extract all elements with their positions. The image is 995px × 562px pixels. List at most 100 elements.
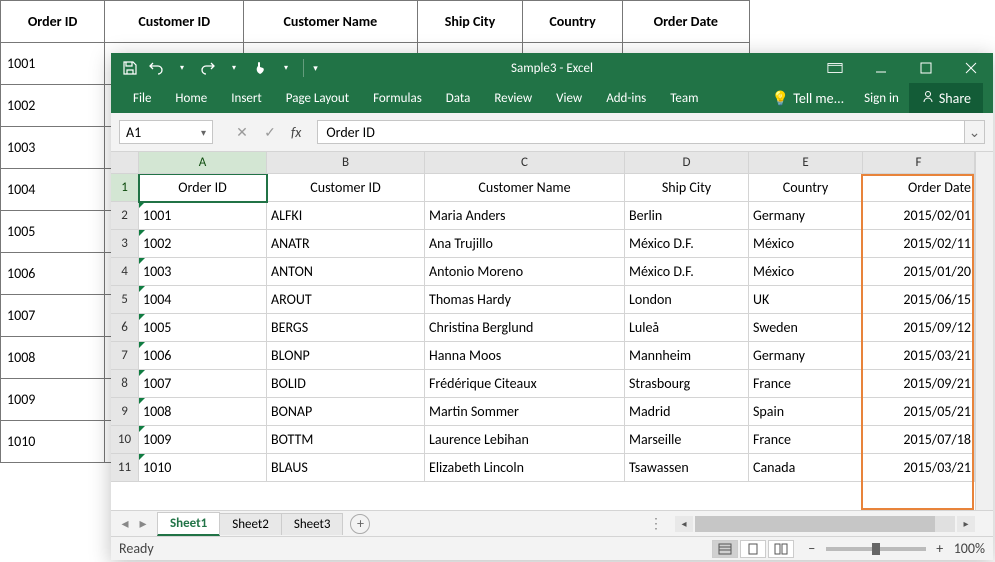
cell[interactable]: Ana Trujillo (425, 230, 625, 258)
cell[interactable]: 1005 (139, 314, 267, 342)
col-head-f[interactable]: F (863, 152, 975, 173)
new-sheet-button[interactable]: + (350, 514, 370, 534)
cell[interactable]: Thomas Hardy (425, 286, 625, 314)
tab-split-handle[interactable]: ⋮ (649, 515, 673, 532)
cell[interactable]: 2015/03/21 (863, 454, 975, 482)
cell[interactable]: 2015/09/21 (863, 370, 975, 398)
tab-page-layout[interactable]: Page Layout (274, 83, 361, 113)
cell[interactable]: 1008 (139, 398, 267, 426)
cell[interactable]: 2015/06/15 (863, 286, 975, 314)
cell[interactable]: Martin Sommer (425, 398, 625, 426)
cell[interactable]: ALFKI (267, 202, 425, 230)
tab-view[interactable]: View (544, 83, 594, 113)
fx-icon[interactable]: fx (287, 124, 305, 141)
sheet-nav-prev-icon[interactable]: ◂ (117, 516, 133, 532)
cell[interactable]: Canada (749, 454, 863, 482)
cell[interactable]: Customer ID (267, 174, 425, 202)
cancel-icon[interactable]: ✕ (231, 121, 253, 143)
horizontal-scrollbar[interactable] (695, 516, 955, 532)
cell[interactable]: México (749, 230, 863, 258)
cell[interactable]: 1006 (139, 342, 267, 370)
cell[interactable]: 2015/02/01 (863, 202, 975, 230)
cell[interactable]: 2015/09/12 (863, 314, 975, 342)
undo-icon[interactable] (147, 59, 165, 77)
ribbon-display-icon[interactable] (816, 53, 854, 83)
share-button[interactable]: Share (909, 83, 983, 113)
tab-review[interactable]: Review (482, 83, 544, 113)
cell[interactable]: Sweden (749, 314, 863, 342)
cell[interactable]: 2015/01/20 (863, 258, 975, 286)
cell[interactable]: Frédérique Citeaux (425, 370, 625, 398)
touch-mode-icon[interactable] (251, 59, 269, 77)
cell[interactable]: UK (749, 286, 863, 314)
cell[interactable]: BLAUS (267, 454, 425, 482)
cell[interactable]: 1010 (139, 454, 267, 482)
spreadsheet-grid[interactable]: A B C D E F 1 Order ID Customer ID Custo… (111, 152, 993, 510)
cell[interactable]: Germany (749, 202, 863, 230)
page-break-view-icon[interactable] (768, 540, 794, 558)
cell[interactable]: 1001 (139, 202, 267, 230)
cell[interactable]: 2015/03/21 (863, 342, 975, 370)
row-head[interactable]: 11 (111, 454, 139, 482)
name-box[interactable]: A1▾ (119, 120, 213, 144)
cell[interactable]: Madrid (625, 398, 749, 426)
zoom-slider[interactable] (826, 547, 926, 551)
cell[interactable]: 1007 (139, 370, 267, 398)
col-head-b[interactable]: B (267, 152, 425, 173)
sheet-tab[interactable]: Sheet2 (219, 513, 282, 535)
cell[interactable]: 1002 (139, 230, 267, 258)
row-head[interactable]: 4 (111, 258, 139, 286)
redo-dropdown-icon[interactable]: ▾ (225, 59, 243, 77)
zoom-in-button[interactable]: + (932, 540, 948, 557)
cell[interactable]: México D.F. (625, 230, 749, 258)
close-button[interactable] (948, 53, 993, 83)
normal-view-icon[interactable] (712, 540, 738, 558)
cell[interactable]: ANATR (267, 230, 425, 258)
cell[interactable]: Mannheim (625, 342, 749, 370)
maximize-button[interactable] (903, 53, 948, 83)
sheet-tab[interactable]: Sheet3 (281, 513, 344, 535)
save-icon[interactable] (121, 59, 139, 77)
sheet-nav-next-icon[interactable]: ▸ (135, 516, 151, 532)
cell[interactable]: Luleå (625, 314, 749, 342)
cell[interactable]: 1009 (139, 426, 267, 454)
cell[interactable]: 2015/05/21 (863, 398, 975, 426)
col-head-e[interactable]: E (749, 152, 863, 173)
cell[interactable]: 1004 (139, 286, 267, 314)
tab-data[interactable]: Data (434, 83, 483, 113)
cell[interactable]: México (749, 258, 863, 286)
cell[interactable]: AROUT (267, 286, 425, 314)
qat-customize-icon[interactable]: ▾ (303, 59, 321, 77)
cell[interactable]: Christina Berglund (425, 314, 625, 342)
page-layout-view-icon[interactable] (740, 540, 766, 558)
cell[interactable]: France (749, 426, 863, 454)
cell[interactable]: Germany (749, 342, 863, 370)
formula-input[interactable]: Order ID (317, 120, 965, 144)
cell[interactable]: Spain (749, 398, 863, 426)
tab-addins[interactable]: Add-ins (594, 83, 658, 113)
cell[interactable]: BLONP (267, 342, 425, 370)
cell[interactable]: Antonio Moreno (425, 258, 625, 286)
name-box-dropdown-icon[interactable]: ▾ (201, 126, 206, 139)
zoom-out-button[interactable]: − (804, 540, 820, 557)
row-head[interactable]: 8 (111, 370, 139, 398)
tab-formulas[interactable]: Formulas (361, 83, 434, 113)
cell[interactable]: Hanna Moos (425, 342, 625, 370)
col-head-d[interactable]: D (625, 152, 749, 173)
cell[interactable]: Country (749, 174, 863, 202)
col-head-c[interactable]: C (425, 152, 625, 173)
cell[interactable]: BERGS (267, 314, 425, 342)
row-head[interactable]: 1 (111, 174, 139, 202)
row-head[interactable]: 9 (111, 398, 139, 426)
redo-icon[interactable] (199, 59, 217, 77)
sign-in[interactable]: Sign in (854, 83, 909, 113)
cell[interactable]: 2015/02/11 (863, 230, 975, 258)
scroll-right-button[interactable]: ▸ (957, 516, 975, 532)
row-head[interactable]: 6 (111, 314, 139, 342)
cell[interactable]: France (749, 370, 863, 398)
cell[interactable]: BOLID (267, 370, 425, 398)
undo-dropdown-icon[interactable]: ▾ (173, 59, 191, 77)
cell[interactable]: Elizabeth Lincoln (425, 454, 625, 482)
select-all-corner[interactable] (111, 152, 139, 173)
expand-formula-bar-icon[interactable]: ⌄ (965, 120, 985, 144)
